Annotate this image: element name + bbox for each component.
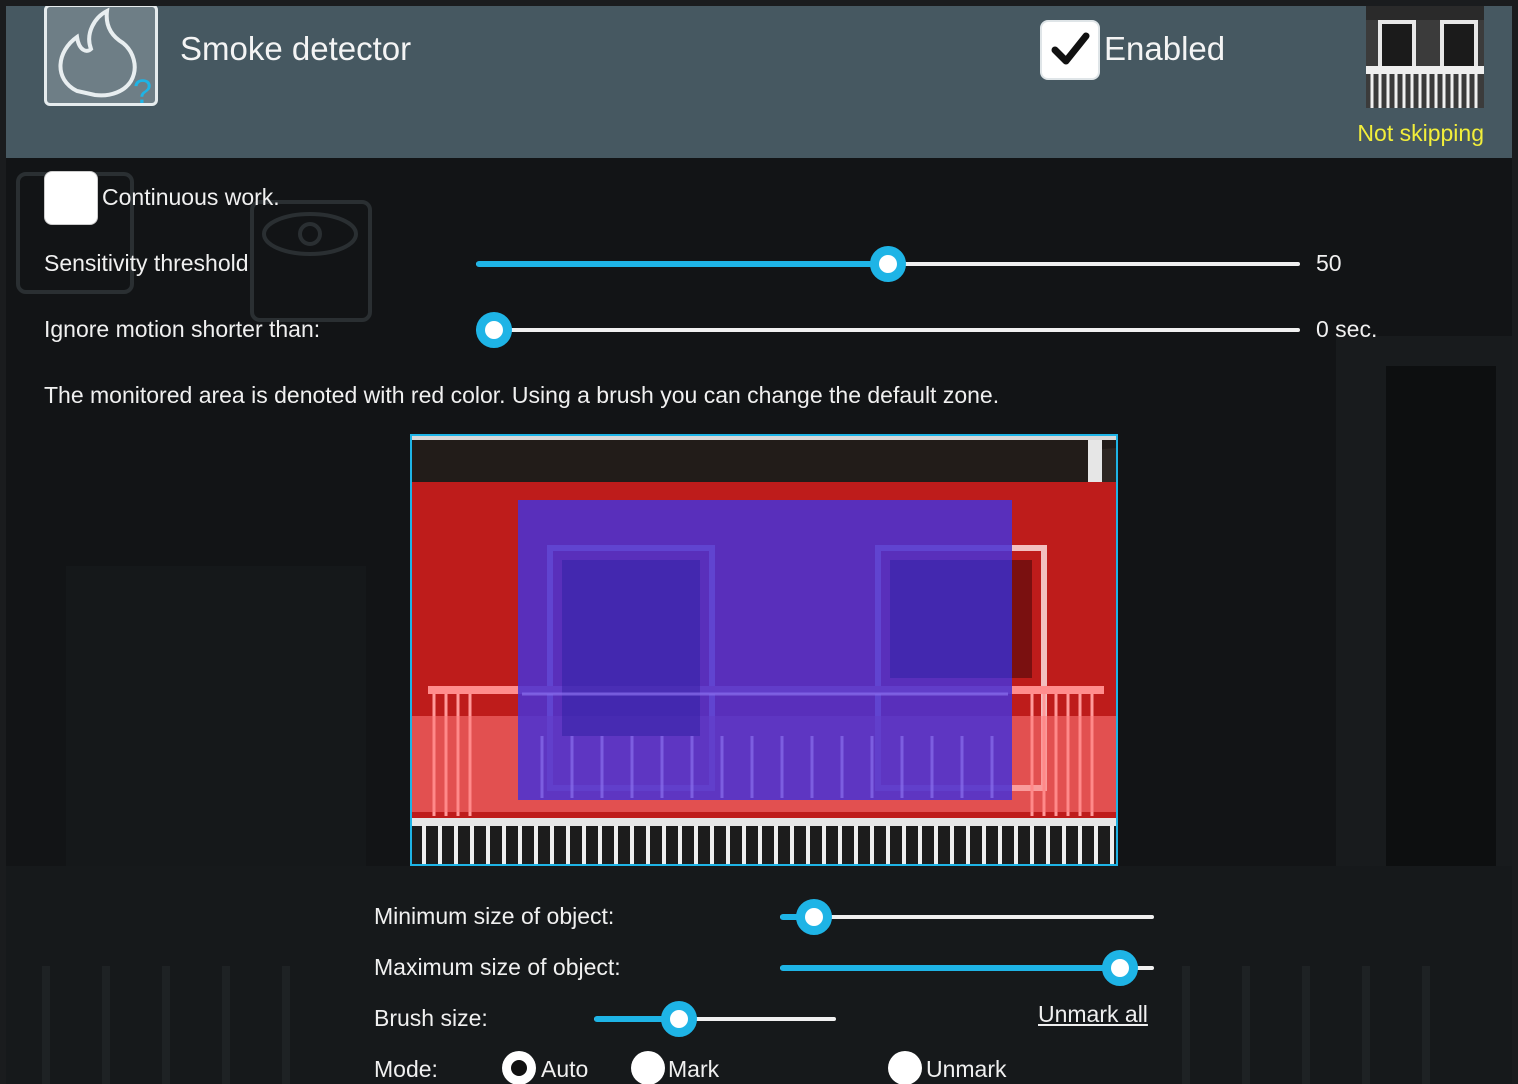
page-title: Smoke detector	[180, 30, 412, 67]
ignore-motion-value: 0 sec.	[1316, 316, 1378, 342]
header-bar: ? Smoke detector Enabled Not skipping	[6, 6, 1512, 158]
enabled-checkbox[interactable]	[1040, 20, 1100, 80]
min-object-size-slider[interactable]	[780, 899, 1154, 935]
mode-label: Mode:	[374, 1056, 438, 1082]
continuous-work-checkbox[interactable]	[44, 171, 98, 225]
mode-mark-label: Mark	[668, 1056, 720, 1082]
zone-editor-canvas[interactable]	[410, 434, 1118, 866]
zone-description: The monitored area is denoted with red c…	[44, 382, 1000, 408]
slider-handle[interactable]	[476, 312, 512, 348]
slider-handle[interactable]	[795, 899, 832, 935]
sensitivity-value: 50	[1316, 250, 1342, 276]
slider-handle[interactable]	[870, 246, 906, 282]
svg-text:?: ?	[133, 73, 152, 105]
brush-size-label: Brush size:	[374, 1005, 488, 1031]
slider-handle[interactable]	[1102, 950, 1139, 986]
camera-thumbnail[interactable]	[1366, 6, 1484, 108]
settings-panel: ? Smoke detector Enabled Not skipping Co…	[6, 6, 1512, 1084]
camera-frame-image	[412, 436, 1116, 864]
mode-mark-radio[interactable]	[631, 1051, 665, 1084]
skip-status: Not skipping	[1357, 120, 1484, 146]
unmark-all-link[interactable]: Unmark all	[1038, 1001, 1148, 1028]
mode-auto-label: Auto	[541, 1056, 589, 1082]
smoke-detector-icon: ?	[44, 6, 158, 106]
max-object-size-label: Maximum size of object:	[374, 954, 621, 980]
min-object-size-label: Minimum size of object:	[374, 903, 615, 929]
max-object-size-slider[interactable]	[780, 950, 1154, 986]
ignore-motion-label: Ignore motion shorter than:	[44, 316, 321, 342]
sensitivity-slider[interactable]	[476, 246, 1300, 282]
checkmark-icon	[1051, 32, 1090, 65]
mode-unmark-radio[interactable]	[888, 1051, 922, 1084]
sensitivity-label: Sensitivity threshold	[44, 250, 249, 276]
brush-size-slider[interactable]	[594, 1001, 836, 1037]
enabled-label: Enabled	[1104, 30, 1226, 67]
slider-handle[interactable]	[660, 1001, 697, 1037]
ignore-motion-slider[interactable]	[476, 312, 1300, 348]
mode-unmark-label: Unmark	[926, 1056, 1007, 1082]
continuous-work-label: Continuous work.	[102, 184, 280, 210]
mode-auto-radio[interactable]	[502, 1051, 536, 1084]
